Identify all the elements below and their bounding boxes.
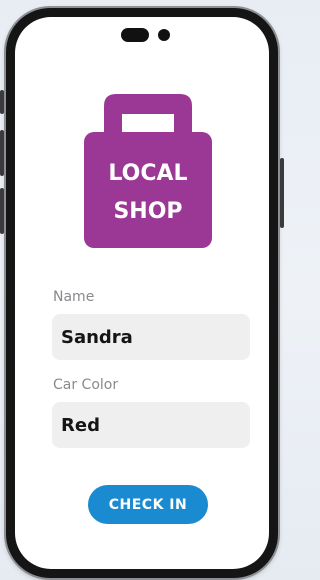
car-color-value: Red <box>61 414 100 436</box>
car-color-label: Car Color <box>53 377 119 393</box>
volume-down-button <box>0 130 4 176</box>
bag-body-icon <box>84 132 212 248</box>
volume-up-button <box>0 90 4 114</box>
name-field[interactable]: Sandra <box>52 314 250 360</box>
shop-bag-logo: LOCAL SHOP <box>84 94 212 248</box>
car-color-field[interactable]: Red <box>52 402 250 448</box>
mute-switch <box>0 188 4 234</box>
name-value: Sandra <box>61 326 133 348</box>
logo-text-line1: LOCAL <box>108 161 187 186</box>
camera-icon <box>158 29 170 41</box>
power-button <box>280 158 284 228</box>
check-in-label: CHECK IN <box>108 496 188 513</box>
check-in-button[interactable]: CHECK IN <box>88 485 208 524</box>
dynamic-island <box>121 28 149 42</box>
name-label: Name <box>53 289 95 305</box>
logo-text-line2: SHOP <box>113 199 182 224</box>
